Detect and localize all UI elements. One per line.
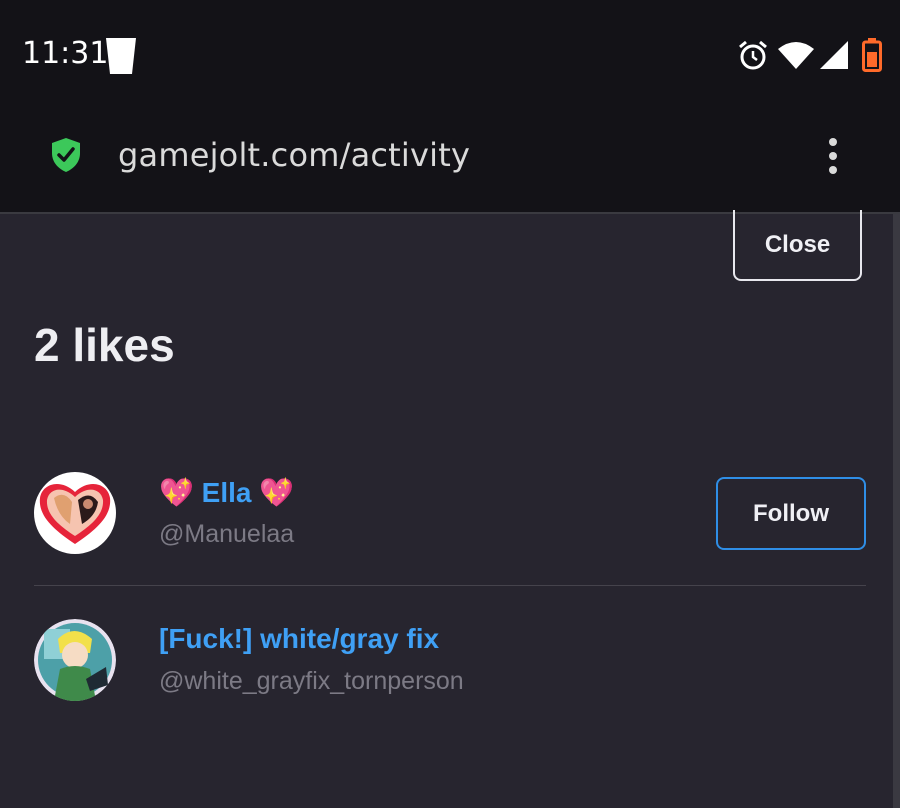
status-bar: 11:31	[0, 0, 900, 110]
user-handle: @white_grayfix_tornperson	[159, 667, 464, 695]
user-name[interactable]: 💖 Ella 💖	[159, 476, 294, 509]
scrollbar[interactable]	[893, 214, 900, 808]
url-text[interactable]: gamejolt.com/activity	[118, 136, 470, 174]
battery-icon	[862, 38, 882, 72]
user-handle: @Manuelaa	[159, 520, 295, 548]
cup-icon	[106, 38, 136, 74]
kebab-menu-icon[interactable]	[826, 136, 840, 176]
character-avatar-icon[interactable]	[34, 619, 116, 701]
shield-check-icon	[52, 138, 80, 172]
user-name[interactable]: [Fuck!] white/gray fix	[159, 623, 439, 655]
signal-icon	[820, 41, 848, 69]
wifi-icon	[778, 42, 814, 69]
heart-avatar-icon[interactable]	[34, 472, 116, 554]
close-button[interactable]: Close	[733, 210, 862, 281]
follow-button[interactable]: Follow	[716, 477, 866, 550]
row-divider	[34, 585, 866, 586]
status-time: 11:31	[22, 36, 109, 71]
modal-title: 2 likes	[34, 319, 175, 371]
alarm-icon	[739, 40, 767, 70]
